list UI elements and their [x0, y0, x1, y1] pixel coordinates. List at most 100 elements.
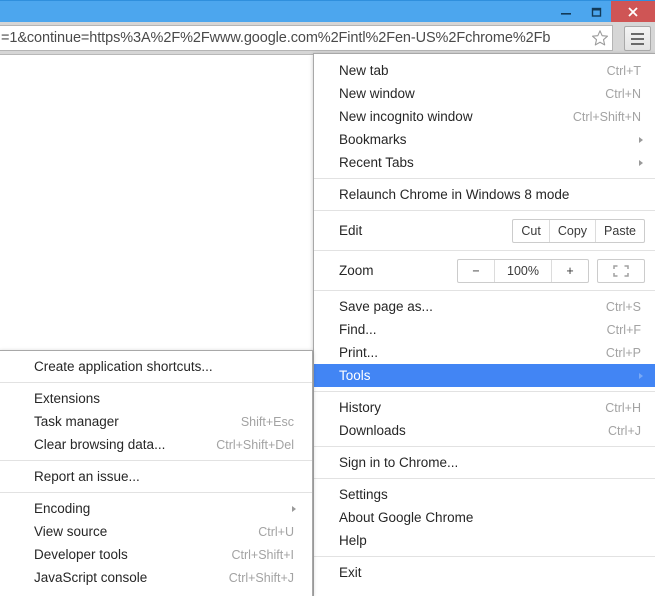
menu-item-new-incognito-window[interactable]: New incognito window Ctrl+Shift+N [314, 105, 655, 128]
menu-item-label: Save page as... [339, 299, 433, 314]
cut-button[interactable]: Cut [513, 220, 548, 242]
menu-item-view-source[interactable]: View source Ctrl+U [0, 520, 312, 543]
menu-item-report-an-issue[interactable]: Report an issue... [0, 465, 312, 488]
edit-button-group: Cut Copy Paste [512, 218, 645, 243]
menu-separator [314, 478, 655, 479]
zoom-row-label: Zoom [339, 263, 374, 278]
menu-item-label: Relaunch Chrome in Windows 8 mode [339, 187, 570, 202]
address-bar[interactable]: =1&continue=https%3A%2F%2Fwww.google.com… [0, 25, 613, 51]
menu-item-shortcut: Ctrl+H [605, 400, 641, 415]
menu-item-shortcut: Ctrl+J [608, 423, 641, 438]
menu-item-exit[interactable]: Exit [314, 561, 655, 584]
window-controls [551, 1, 655, 23]
menu-item-task-manager[interactable]: Task manager Shift+Esc [0, 410, 312, 433]
menu-item-history[interactable]: History Ctrl+H [314, 396, 655, 419]
menu-item-shortcut: Ctrl+Shift+I [231, 547, 294, 562]
minimize-icon [561, 13, 571, 15]
star-icon [591, 30, 609, 46]
zoom-out-button[interactable]: − [458, 260, 494, 282]
hamburger-icon-bar [631, 32, 644, 35]
paste-button[interactable]: Paste [595, 219, 644, 242]
menu-item-label: Encoding [34, 501, 91, 516]
close-button[interactable] [611, 1, 655, 23]
menu-item-shortcut: Ctrl+Shift+N [572, 109, 641, 124]
menu-item-label: Recent Tabs [339, 155, 414, 170]
chevron-right-icon [639, 372, 643, 379]
menu-item-tools[interactable]: Tools [314, 364, 655, 387]
menu-item-label: About Google Chrome [339, 510, 474, 525]
menu-item-label: Exit [339, 565, 362, 580]
title-bar [0, 0, 655, 23]
menu-item-developer-tools[interactable]: Developer tools Ctrl+Shift+I [0, 543, 312, 566]
menu-item-downloads[interactable]: Downloads Ctrl+J [314, 419, 655, 442]
menu-item-new-tab[interactable]: New tab Ctrl+T [314, 59, 655, 82]
copy-button[interactable]: Copy [548, 219, 595, 242]
menu-item-save-page-as[interactable]: Save page as... Ctrl+S [314, 295, 655, 318]
menu-row-zoom: Zoom −100% + [314, 255, 655, 286]
menu-separator [314, 391, 655, 392]
menu-item-bookmarks[interactable]: Bookmarks [314, 128, 655, 151]
restore-button[interactable] [581, 1, 611, 23]
menu-item-help[interactable]: Help [314, 529, 655, 552]
edit-row-label: Edit [339, 223, 363, 238]
zoom-button-group: −100% + [457, 258, 589, 283]
menu-item-shortcut: Ctrl+Shift+J [228, 570, 294, 585]
menu-item-sign-in-to-chrome[interactable]: Sign in to Chrome... [314, 451, 655, 474]
menu-item-label: Report an issue... [34, 469, 140, 484]
restore-icon [591, 7, 602, 17]
minimize-button[interactable] [551, 1, 581, 23]
chevron-right-icon [292, 505, 296, 512]
zoom-in-button[interactable]: + [551, 259, 588, 282]
menu-item-recent-tabs[interactable]: Recent Tabs [314, 151, 655, 174]
menu-item-clear-browsing-data[interactable]: Clear browsing data... Ctrl+Shift+Del [0, 433, 312, 456]
menu-item-create-application-shortcuts[interactable]: Create application shortcuts... [0, 355, 312, 378]
menu-item-shortcut: Ctrl+P [605, 345, 641, 360]
menu-item-new-window[interactable]: New window Ctrl+N [314, 82, 655, 105]
zoom-level-value: 100% [494, 259, 551, 282]
menu-item-shortcut: Shift+Esc [240, 414, 294, 429]
browser-window: =1&continue=https%3A%2F%2Fwww.google.com… [0, 0, 655, 596]
chrome-main-menu: New tab Ctrl+T New window Ctrl+N New incogni… [313, 53, 655, 596]
menu-item-label: Task manager [34, 414, 119, 429]
menu-item-label: History [339, 400, 382, 415]
menu-item-extensions[interactable]: Extensions [0, 387, 312, 410]
menu-separator [0, 460, 312, 461]
menu-item-label: View source [34, 524, 108, 539]
menu-separator [0, 492, 312, 493]
menu-item-label: New window [339, 86, 415, 101]
hamburger-icon-bar [631, 37, 644, 40]
menu-item-label: Create application shortcuts... [34, 359, 213, 374]
menu-item-label: Help [339, 533, 367, 548]
menu-item-print[interactable]: Print... Ctrl+P [314, 341, 655, 364]
close-icon [628, 7, 638, 17]
menu-separator [314, 210, 655, 211]
menu-row-edit: Edit Cut Copy Paste [314, 215, 655, 246]
menu-item-label: Downloads [339, 423, 406, 438]
menu-item-label: Sign in to Chrome... [339, 455, 459, 470]
menu-item-about-google-chrome[interactable]: About Google Chrome [314, 506, 655, 529]
chevron-right-icon [639, 136, 643, 143]
menu-item-javascript-console[interactable]: JavaScript console Ctrl+Shift+J [0, 566, 312, 589]
menu-item-settings[interactable]: Settings [314, 483, 655, 506]
fullscreen-button[interactable] [597, 258, 645, 283]
menu-item-label: JavaScript console [34, 570, 148, 585]
chrome-menu-button[interactable] [624, 26, 651, 51]
bookmark-star-button[interactable] [588, 26, 612, 50]
tools-submenu: Create application shortcuts... Extension… [0, 350, 313, 596]
menu-item-shortcut: Ctrl+N [605, 86, 641, 101]
menu-item-shortcut: Ctrl+T [606, 63, 641, 78]
url-input[interactable]: =1&continue=https%3A%2F%2Fwww.google.com… [0, 30, 588, 46]
menu-item-relaunch-chrome-in-windows-8-mode[interactable]: Relaunch Chrome in Windows 8 mode [314, 183, 655, 206]
menu-item-label: Tools [339, 368, 371, 383]
menu-separator [0, 382, 312, 383]
menu-item-encoding[interactable]: Encoding [0, 497, 312, 520]
menu-item-shortcut: Ctrl+F [606, 322, 641, 337]
menu-separator [314, 250, 655, 251]
chevron-right-icon [639, 159, 643, 166]
menu-separator [314, 290, 655, 291]
menu-item-shortcut: Ctrl+S [605, 299, 641, 314]
menu-item-find[interactable]: Find... Ctrl+F [314, 318, 655, 341]
menu-item-label: Clear browsing data... [34, 437, 166, 452]
menu-item-label: New tab [339, 63, 389, 78]
browser-toolbar: =1&continue=https%3A%2F%2Fwww.google.com… [0, 22, 655, 54]
